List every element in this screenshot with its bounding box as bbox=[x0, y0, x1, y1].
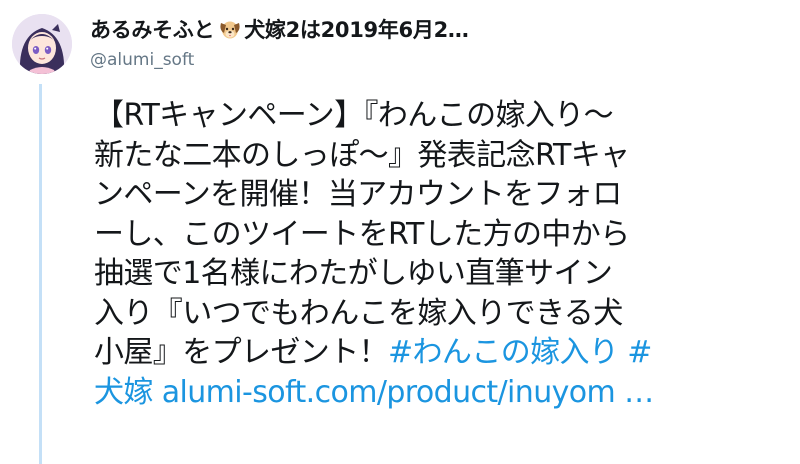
tweet-line: 入り『いつでもわんこを嫁入りできる犬 bbox=[94, 294, 794, 334]
tweet-line: 新たな二本のしっぽ～』発表記念RTキャ bbox=[94, 136, 794, 176]
hashtag-link[interactable]: #わんこの嫁入り # bbox=[388, 335, 652, 370]
url-link[interactable]: alumi-soft.com/product/inuyom … bbox=[162, 375, 654, 410]
tweet-line-text: 抽選で1名様にわたがしゆい直筆サイン bbox=[94, 256, 613, 291]
tweet-line: ンペーンを開催！当アカウントをフォロ bbox=[94, 175, 794, 215]
hashtag-link[interactable]: 犬嫁 bbox=[94, 375, 153, 410]
tweet-line: 小屋』をプレゼント！#わんこの嫁入り # bbox=[94, 333, 794, 373]
tweet-line-text: ーし、このツイートをRTした方の中から bbox=[94, 216, 630, 252]
tweet-line-text: 【RTキャンペーン】『わんこの嫁入り～ bbox=[94, 98, 614, 133]
avatar[interactable] bbox=[12, 14, 72, 74]
tweet-line-text: 入り『いつでもわんこを嫁入りできる犬 bbox=[94, 295, 623, 331]
display-name-suffix: 犬嫁2は2019年6月2… bbox=[244, 18, 469, 42]
avatar-image bbox=[12, 14, 72, 74]
tweet-line: 【RTキャンペーン】『わんこの嫁入り～ bbox=[94, 96, 794, 136]
tweet-line-text: 小屋』をプレゼント！ bbox=[94, 335, 389, 370]
tweet-header: あるみそふと 犬嫁2は2019年6月2… @alumi_soft bbox=[90, 14, 790, 70]
tweet-line-text: 新たな二本のしっぽ～』発表記念RTキャ bbox=[94, 137, 630, 173]
display-name-text: あるみそふと bbox=[90, 18, 215, 42]
tweet-line: ーし、このツイートをRTした方の中から bbox=[94, 215, 794, 255]
display-name[interactable]: あるみそふと 犬嫁2は2019年6月2… bbox=[90, 14, 790, 44]
dog-face-icon bbox=[218, 17, 242, 41]
user-handle[interactable]: @alumi_soft bbox=[90, 50, 790, 70]
tweet-text: 【RTキャンペーン】『わんこの嫁入り～ 新たな二本のしっぽ～』発表記念RTキャ … bbox=[94, 96, 794, 412]
thread-connector-line bbox=[39, 84, 42, 464]
tweet-line: 抽選で1名様にわたがしゆい直筆サイン bbox=[94, 254, 794, 294]
tweet-line: 犬嫁 alumi-soft.com/product/inuyom … bbox=[94, 373, 794, 413]
tweet-line-text: ンペーンを開催！当アカウントをフォロ bbox=[94, 177, 622, 212]
